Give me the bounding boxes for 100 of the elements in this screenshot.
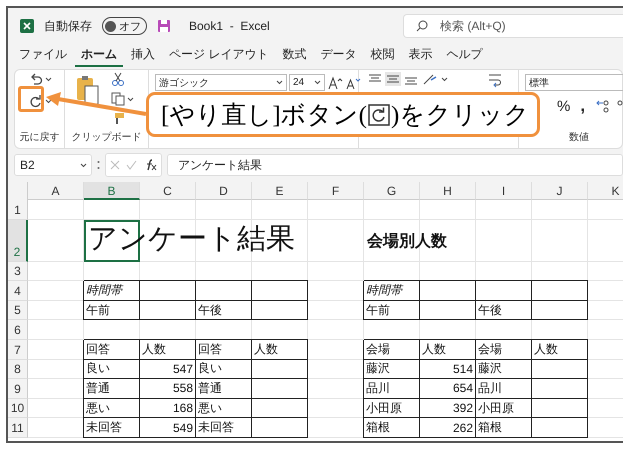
sheet-heading: 会場別人数 [367, 232, 447, 252]
ribbon-tab[interactable]: ページ レイアウト [163, 44, 274, 66]
table-cell: 人数 [252, 340, 308, 360]
table-cell: 普通 [196, 379, 252, 399]
column-header[interactable]: J [532, 182, 588, 200]
caret-icon[interactable] [45, 98, 52, 104]
column-header[interactable]: B [84, 182, 140, 200]
table-cell [364, 200, 420, 220]
caret-icon[interactable] [441, 76, 448, 82]
autosave-toggle[interactable]: オフ [102, 17, 147, 35]
table-cell: 549 [140, 418, 196, 438]
ribbon-tab[interactable]: 挿入 [125, 44, 161, 66]
font-size: 24 [293, 77, 304, 88]
name-box[interactable]: B2 [14, 154, 92, 176]
search-icon [416, 20, 428, 32]
caret-icon[interactable] [276, 80, 283, 85]
column-header[interactable]: E [252, 182, 308, 200]
comma-button[interactable]: , [580, 96, 586, 116]
number-format-dropdown[interactable]: 標準 [525, 74, 623, 91]
ribbon-tab[interactable]: データ [314, 44, 362, 66]
table-cell: 午後 [196, 300, 252, 320]
ribbon-tab[interactable]: ヘルプ [440, 44, 488, 66]
ribbon-tab[interactable]: 校閲 [364, 44, 400, 66]
column-header[interactable]: K [588, 182, 623, 200]
font-size-dropdown[interactable]: 24 [289, 74, 325, 91]
copy-icon[interactable] [111, 92, 125, 106]
row-header[interactable]: 7 [8, 340, 28, 360]
ribbon-tab[interactable]: ホーム [75, 44, 123, 66]
column-header[interactable]: D [196, 182, 252, 200]
table-cell: 回答 [196, 340, 252, 360]
caret-icon[interactable] [127, 96, 134, 102]
save-icon[interactable] [157, 19, 171, 33]
row-header[interactable]: 9 [8, 379, 28, 399]
table-cell: 午前 [364, 300, 420, 320]
text-direction-icon[interactable] [421, 72, 439, 86]
row-header[interactable]: 5 [8, 300, 28, 320]
ribbon-tab[interactable]: 数式 [276, 44, 312, 66]
table-cell [308, 200, 364, 220]
caret-icon[interactable] [45, 76, 52, 82]
ribbon-tab[interactable]: 表示 [402, 44, 438, 66]
table-cell [476, 200, 532, 220]
column-header[interactable]: C [140, 182, 196, 200]
table-cell: 人数 [420, 340, 476, 360]
grow-font-icon[interactable] [327, 76, 343, 90]
table-cell: 悪い [84, 398, 140, 418]
undo-icon[interactable] [29, 72, 43, 86]
table-cell: 良い [196, 360, 252, 380]
group-label: 元に戻す [18, 130, 60, 145]
table-cell: 悪い [196, 398, 252, 418]
wrap-text-icon[interactable] [487, 72, 503, 88]
caret-icon[interactable] [314, 80, 321, 85]
redo-icon[interactable] [29, 94, 43, 108]
table-cell [308, 262, 364, 282]
table-cell: 262 [420, 418, 476, 438]
table-cell [308, 220, 364, 262]
column-header[interactable]: H [420, 182, 476, 200]
table-cell [476, 220, 532, 262]
table-cell: 392 [420, 398, 476, 418]
number-format: 標準 [529, 76, 549, 90]
excel-logo-icon [20, 19, 34, 33]
autosave-label: 自動保存 [44, 18, 92, 34]
column-header[interactable]: I [476, 182, 532, 200]
table-cell: 514 [420, 360, 476, 380]
row-header[interactable]: 1 [8, 200, 28, 220]
table-cell [28, 320, 84, 340]
table-cell: 藤沢 [364, 360, 420, 380]
table-cell: 品川 [364, 379, 420, 399]
callout-text: [やり直し]ボタン( )をクリック [161, 101, 530, 131]
align-middle-icon[interactable] [385, 72, 401, 86]
table-cell: 小田原 [364, 398, 420, 418]
row-header[interactable]: 4 [8, 281, 28, 301]
formula-field[interactable]: アンケート結果 [167, 154, 623, 176]
window-title: Book1 - Excel [189, 19, 270, 33]
scissors-icon[interactable] [111, 72, 125, 86]
redo-icon [368, 104, 390, 126]
search-field[interactable]: 検索 (Alt+Q) [403, 14, 623, 38]
group-label: 数値 [568, 131, 590, 145]
table-cell: 箱根 [364, 418, 420, 438]
row-header[interactable]: 8 [8, 360, 28, 380]
table-cell: 時間帯 [364, 281, 420, 301]
percent-button[interactable]: % [557, 98, 570, 114]
row-header[interactable]: 2 [8, 220, 28, 262]
table-cell: 会場 [476, 340, 532, 360]
font-name-dropdown[interactable]: 游ゴシック [155, 74, 287, 91]
caret-icon[interactable] [80, 162, 87, 168]
column-header[interactable]: G [364, 182, 420, 200]
shrink-font-icon[interactable] [345, 76, 361, 90]
table-cell: 良い [84, 360, 140, 380]
more-options-icon[interactable] [97, 160, 100, 170]
table-cell [532, 220, 588, 262]
row-header[interactable]: 10 [8, 398, 28, 418]
table-cell: 藤沢 [476, 360, 532, 380]
row-header[interactable]: 3 [8, 262, 28, 282]
table-cell: 未回答 [196, 418, 252, 438]
table-cell [28, 200, 84, 220]
table-cell: 168 [140, 398, 196, 418]
column-header[interactable]: F [308, 182, 364, 200]
row-header[interactable]: 11 [8, 418, 28, 438]
ribbon-tab[interactable]: ファイル [13, 44, 73, 66]
row-header[interactable]: 6 [8, 320, 28, 340]
